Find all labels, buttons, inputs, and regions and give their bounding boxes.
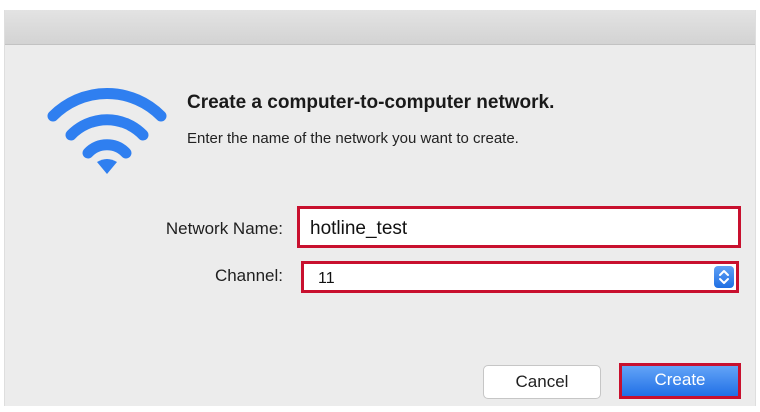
create-button[interactable]: Create [619,363,741,399]
dialog-title: Create a computer-to-computer network. [187,92,555,113]
network-name-label: Network Name: [165,219,283,238]
channel-label: Channel: [214,266,283,285]
network-name-input[interactable] [297,206,741,248]
cancel-button[interactable]: Cancel [483,365,601,399]
create-network-dialog: Create a computer-to-computer network. E… [4,10,756,406]
channel-select[interactable]: 11 [301,261,739,293]
channel-selected-value: 11 [318,270,335,287]
dialog-subtitle: Enter the name of the network you want t… [187,130,519,147]
wifi-icon [47,82,167,178]
window-titlebar [5,10,755,45]
select-chevrons-icon[interactable] [714,266,734,288]
